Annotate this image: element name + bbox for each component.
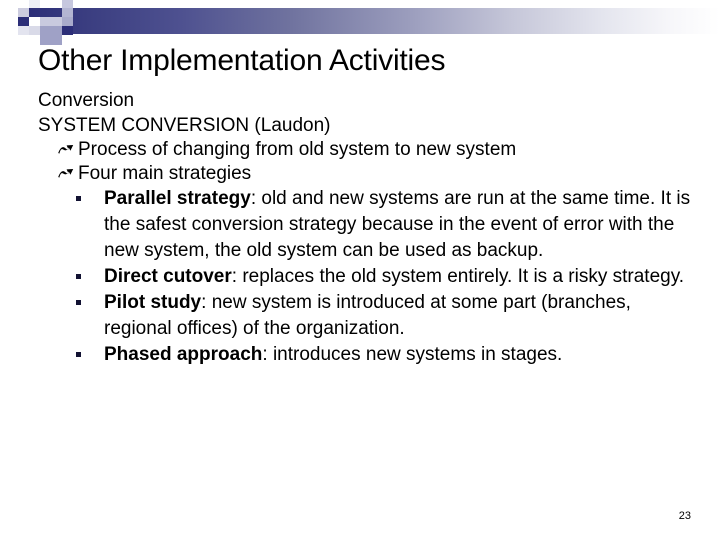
decoration-square: [40, 0, 51, 8]
strategy-description: replaces the old system entirely. It is …: [242, 266, 685, 287]
decoration-square: [18, 26, 29, 35]
list-item: Phased approach: introduces new systems …: [0, 342, 720, 368]
body-heading-conversion: Conversion: [38, 90, 135, 111]
zigzag-arrow-bullet-icon: [56, 163, 76, 183]
list-item: Parallel strategy: old and new systems a…: [0, 186, 720, 264]
decoration-square: [29, 0, 40, 8]
list-item: Four main strategies: [0, 162, 720, 186]
square-bullet-icon: [76, 352, 81, 357]
list-item: Process of changing from old system to n…: [0, 138, 720, 162]
decoration-square: [18, 17, 29, 26]
decoration-square: [51, 26, 62, 35]
decoration-square: [62, 17, 73, 26]
slide-body: Conversion SYSTEM CONVERSION (Laudon) Pr…: [0, 88, 720, 368]
strategy-term: Pilot study: [104, 292, 202, 313]
zigzag-arrow-bullet-icon: [56, 139, 76, 159]
page-number: 23: [678, 510, 691, 522]
page-title: Other Implementation Activities: [38, 44, 446, 77]
decoration-square: [40, 17, 51, 26]
decoration-square: [62, 26, 73, 35]
square-bullet-icon: [76, 274, 81, 279]
decoration-square: [51, 17, 62, 26]
decoration-square: [40, 26, 51, 35]
body-heading-system-conversion: SYSTEM CONVERSION (Laudon): [38, 115, 331, 136]
header-gradient-band: [29, 8, 720, 34]
list-item: Pilot study: new system is introduced at…: [0, 290, 720, 342]
strategy-separator: :: [262, 344, 273, 365]
decoration-square: [73, 0, 84, 8]
strategy-separator: :: [250, 188, 262, 209]
list-item-label: Process of changing from old system to n…: [78, 139, 517, 160]
strategy-term: Phased approach: [104, 344, 263, 365]
strategy-term: Direct cutover: [104, 266, 232, 287]
slide-canvas: Other Implementation Activities Conversi…: [0, 0, 720, 540]
strategy-separator: :: [201, 292, 212, 313]
decoration-square: [29, 17, 40, 26]
decoration-square: [51, 0, 62, 8]
decoration-square: [62, 8, 73, 17]
strategy-term: Parallel strategy: [104, 188, 251, 209]
decoration-square: [29, 26, 40, 35]
decoration-square: [18, 8, 29, 17]
strategy-separator: :: [231, 266, 243, 287]
square-bullet-icon: [76, 300, 81, 305]
list-item-label: Four main strategies: [78, 163, 252, 184]
list-item: Direct cutover: replaces the old system …: [0, 264, 720, 290]
strategy-description: introduces new systems in stages.: [272, 344, 563, 365]
decoration-square: [62, 0, 73, 8]
square-bullet-icon: [76, 196, 81, 201]
